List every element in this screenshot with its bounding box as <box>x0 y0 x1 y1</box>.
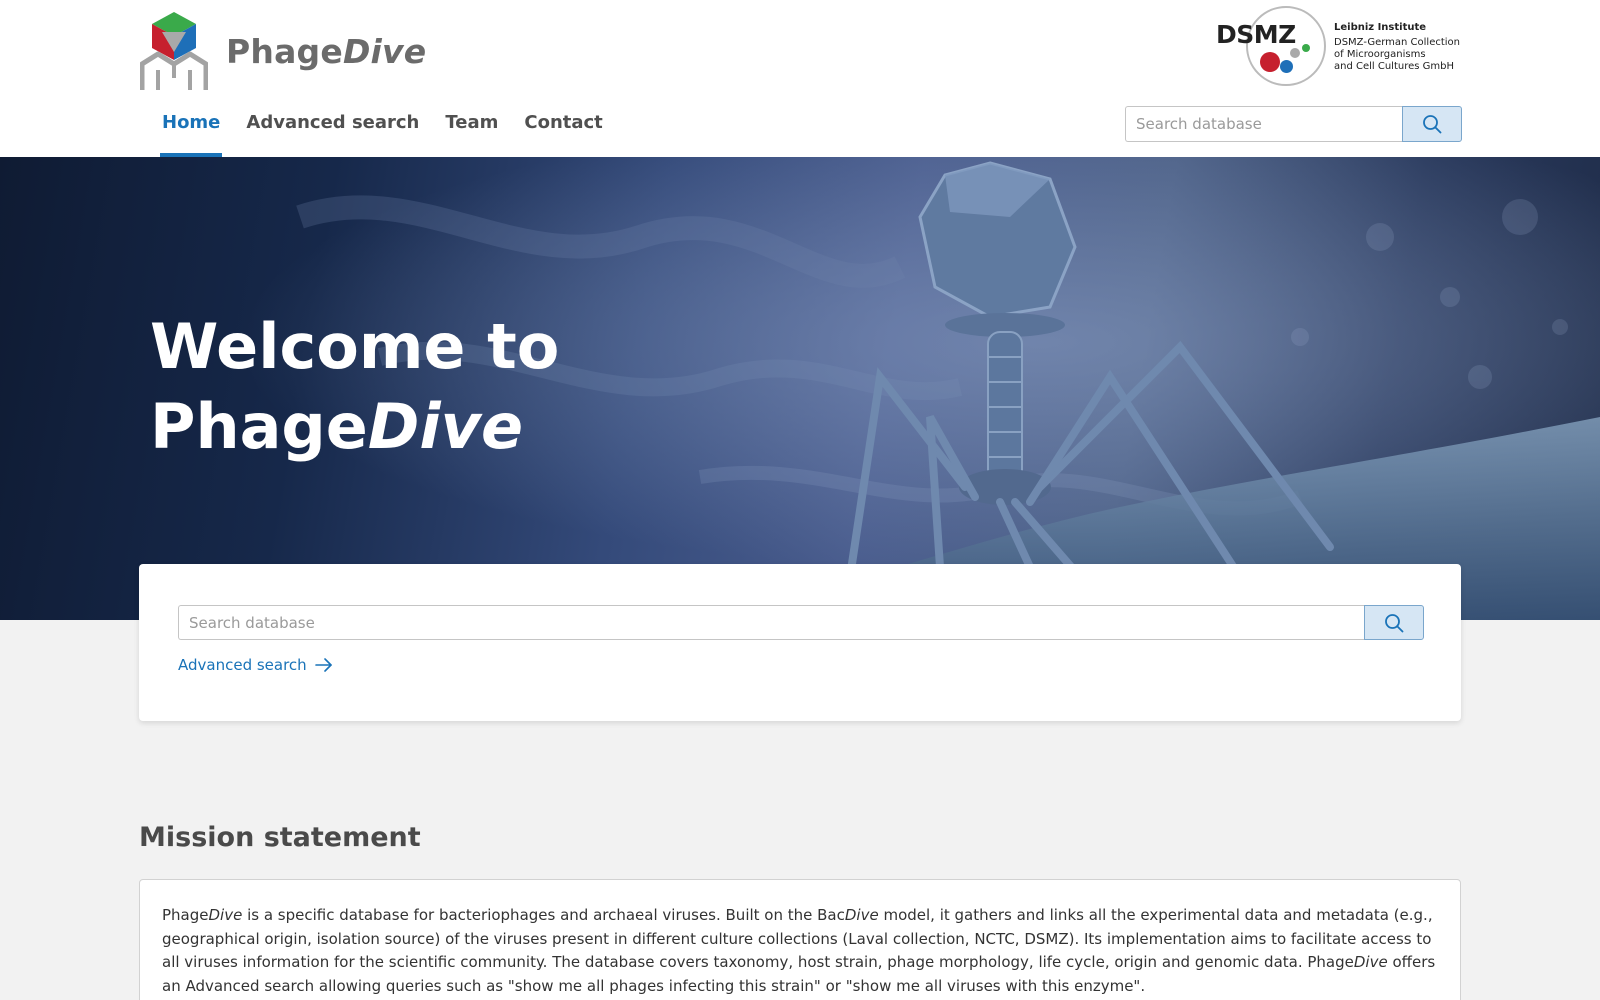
nav-item-contact[interactable]: Contact <box>522 104 604 157</box>
site-header: PhageDive DSMZ Leibniz Institute DSMZ-Ge… <box>0 0 1600 157</box>
hero-banner: Welcome to PhageDive <box>0 157 1600 620</box>
phagedive-logo-icon <box>140 12 208 90</box>
header-search-button[interactable] <box>1402 106 1462 142</box>
header-search <box>1125 106 1462 142</box>
dsmz-line-1: Leibniz Institute <box>1334 22 1427 33</box>
advanced-search-link[interactable]: Advanced search <box>178 656 333 674</box>
dsmz-logo[interactable]: DSMZ Leibniz Institute DSMZ-German Colle… <box>1216 6 1460 86</box>
main-search <box>178 605 1424 640</box>
nav-item-advanced-search[interactable]: Advanced search <box>244 104 421 157</box>
mission-statement-box: PhageDive is a specific database for bac… <box>139 879 1461 1000</box>
main-nav: Home Advanced search Team Contact <box>160 104 627 157</box>
dsmz-green-dot <box>1302 44 1310 52</box>
search-icon <box>1423 115 1442 134</box>
dsmz-line-3: of Microorganisms <box>1334 49 1426 60</box>
dsmz-wordmark: DSMZ <box>1216 20 1296 49</box>
brand-logo[interactable]: PhageDive <box>140 12 426 90</box>
header-search-input[interactable] <box>1125 106 1402 142</box>
search-icon <box>1385 613 1404 632</box>
dsmz-text: Leibniz Institute DSMZ-German Collection… <box>1334 22 1460 73</box>
dsmz-line-4: and Cell Cultures GmbH <box>1334 61 1455 72</box>
mission-heading: Mission statement <box>139 822 421 853</box>
main-search-button[interactable] <box>1364 605 1424 640</box>
brand-name: PhageDive <box>226 31 427 71</box>
dsmz-line-2: DSMZ-German Collection <box>1334 37 1461 48</box>
hero-title-line-2: PhageDive <box>150 390 524 463</box>
nav-item-team[interactable]: Team <box>443 104 500 157</box>
dsmz-blue-dot <box>1280 60 1293 73</box>
arrow-right-icon <box>314 658 332 672</box>
nav-item-home[interactable]: Home <box>160 104 223 157</box>
search-card: Advanced search <box>139 564 1461 721</box>
dsmz-gray-dot <box>1290 48 1300 58</box>
advanced-search-link-label: Advanced search <box>178 656 307 674</box>
mission-text: PhageDive is a specific database for bac… <box>162 906 1436 995</box>
main-search-input[interactable] <box>178 605 1364 640</box>
dsmz-red-dot <box>1260 52 1280 72</box>
hero-title-line-1: Welcome to <box>150 310 560 383</box>
hero-title: Welcome to PhageDive <box>150 307 559 467</box>
